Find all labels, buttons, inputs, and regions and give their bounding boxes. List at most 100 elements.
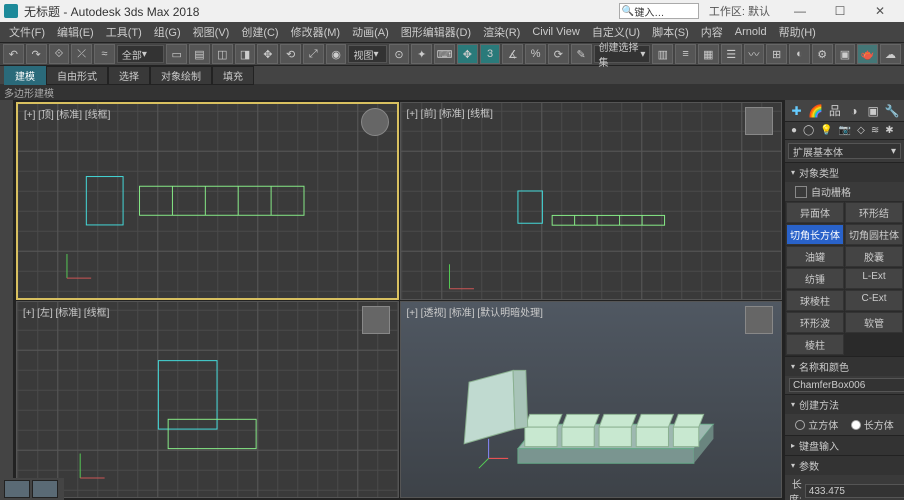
menu-item[interactable]: 创建(C) [236,24,283,40]
systems-icon[interactable]: ✱ [885,125,893,136]
render-frame-button[interactable]: ▣ [835,44,856,64]
menu-item[interactable]: 渲染(R) [478,24,525,40]
edit-selection-set-button[interactable]: ✎ [571,44,592,64]
object-type-button[interactable]: C-Ext [845,290,903,311]
schematic-button[interactable]: ⊞ [766,44,787,64]
menu-item[interactable]: 脚本(S) [647,24,694,40]
display-tab-icon[interactable]: ▣ [866,104,880,118]
hierarchy-tab-icon[interactable]: 品 [828,104,842,118]
ribbon-tab[interactable]: 对象绘制 [150,66,212,85]
render-setup-button[interactable]: ⚙ [812,44,833,64]
placement-button[interactable]: ◉ [326,44,347,64]
ribbon-group-label[interactable]: 多边形建模 [4,85,54,100]
render-online-button[interactable]: ☁ [880,44,901,64]
viewcube-icon[interactable] [361,108,389,136]
menu-item[interactable]: 动画(A) [347,24,394,40]
menu-item[interactable]: 内容 [696,24,728,40]
lights-icon[interactable]: 💡 [820,125,832,136]
rollout-creation-method[interactable]: 创建方法 [785,394,904,414]
viewport-label[interactable]: [+] [透视] [标准] [默认明暗处理] [407,304,543,319]
snap3d-button[interactable]: 3 [480,44,501,64]
geometry-icon[interactable]: ● [791,125,797,136]
primitive-category-dropdown[interactable]: 扩展基本体▾ [788,143,901,159]
object-type-button[interactable]: 软管 [845,312,903,333]
cameras-icon[interactable]: 📷 [839,125,851,136]
link-button[interactable]: ⟐ [49,44,70,64]
manip-button[interactable]: ✦ [411,44,432,64]
viewport-left[interactable]: [+] [左] [标准] [线框] [16,301,399,499]
cube-radio[interactable]: 立方体 [795,417,838,432]
scene-explorer-strip[interactable]: ▸ [0,100,14,500]
menu-item[interactable]: Arnold [730,26,772,38]
object-type-button[interactable]: 异面体 [786,202,844,223]
object-type-button[interactable]: 球棱柱 [786,290,844,311]
length-field[interactable] [805,484,904,498]
shapes-icon[interactable]: ◯ [803,125,814,136]
unlink-button[interactable]: ⤫ [71,44,92,64]
viewport-perspective[interactable]: [+] [透视] [标准] [默认明暗处理] [400,301,783,499]
redo-button[interactable]: ↷ [26,44,47,64]
select-name-button[interactable]: ▤ [189,44,210,64]
keyboard-shortcut-button[interactable]: ⌨ [434,44,455,64]
percent-snap-button[interactable]: % [525,44,546,64]
object-type-button[interactable]: 纺锤 [786,268,844,289]
object-type-button[interactable]: 胶囊 [845,246,903,267]
viewcube-icon[interactable] [362,306,390,334]
close-button[interactable]: ✕ [860,0,900,22]
create-tab-icon[interactable]: ✚ [790,104,804,118]
object-type-button[interactable]: 切角圆柱体 [845,224,903,245]
curve-editor-button[interactable]: 〰 [744,44,765,64]
workspace-label[interactable]: 工作区: 默认 [709,3,770,19]
object-type-button[interactable]: L-Ext [845,268,903,289]
object-type-button[interactable]: 环形结 [845,202,903,223]
angle-snap-button[interactable]: ∡ [502,44,523,64]
menu-item[interactable]: 工具(T) [101,24,147,40]
menu-item[interactable]: 修改器(M) [286,24,346,40]
ribbon-tab[interactable]: 选择 [108,66,150,85]
helpers-icon[interactable]: ◇ [857,125,865,136]
viewport-top[interactable]: [+] [顶] [标准] [线框] [16,102,399,300]
menu-item[interactable]: 图形编辑器(D) [396,24,476,40]
box-radio[interactable]: 长方体 [851,417,894,432]
move-button[interactable]: ✥ [257,44,278,64]
undo-button[interactable]: ↶ [3,44,24,64]
pivot-button[interactable]: ⊙ [389,44,410,64]
menu-item[interactable]: 组(G) [149,24,186,40]
selection-filter[interactable]: 全部 ▾ [117,45,165,63]
material-editor-button[interactable]: ◐ [789,44,810,64]
window-crossing-button[interactable]: ◨ [235,44,256,64]
bind-button[interactable]: ≈ [94,44,115,64]
menu-item[interactable]: 文件(F) [4,24,50,40]
viewport-label[interactable]: [+] [前] [标准] [线框] [407,105,493,120]
minimize-button[interactable]: — [780,0,820,22]
named-selection-dropdown[interactable]: 创建选择集 ▾ [594,45,651,63]
object-type-button[interactable]: 切角长方体 [786,224,844,245]
ribbon-tab-modeling[interactable]: 建模 [4,66,46,85]
layer-button[interactable]: ▦ [698,44,719,64]
rollout-object-type[interactable]: 对象类型 [785,162,904,182]
object-name-field[interactable] [789,378,904,392]
render-button[interactable]: 🫖 [857,44,878,64]
ribbon-tab[interactable]: 填充 [212,66,254,85]
viewport-label[interactable]: [+] [左] [标准] [线框] [23,304,109,319]
spinner-snap-button[interactable]: ⟳ [548,44,569,64]
select-region-button[interactable]: ◫ [212,44,233,64]
menu-item[interactable]: Civil View [527,26,584,38]
viewcube-icon[interactable] [745,107,773,135]
mirror-button[interactable]: ▥ [652,44,673,64]
rollout-keyboard-entry[interactable]: 键盘输入 [785,435,904,455]
help-search[interactable]: 🔍 键入… [619,3,699,19]
maximize-button[interactable]: ☐ [820,0,860,22]
ref-coord-dropdown[interactable]: 视图 ▾ [348,45,386,63]
toggle-ribbon-button[interactable]: ☰ [721,44,742,64]
select-button[interactable]: ▭ [166,44,187,64]
menu-item[interactable]: 自定义(U) [587,24,645,40]
menu-item[interactable]: 视图(V) [188,24,235,40]
object-type-button[interactable]: 棱柱 [786,334,844,355]
viewport-front[interactable]: [+] [前] [标准] [线框] [400,102,783,300]
ribbon-tab[interactable]: 自由形式 [46,66,108,85]
rollout-name-color[interactable]: 名称和颜色 [785,356,904,376]
viewcube-icon[interactable] [745,306,773,334]
object-type-button[interactable]: 环形波 [786,312,844,333]
align-button[interactable]: ≡ [675,44,696,64]
